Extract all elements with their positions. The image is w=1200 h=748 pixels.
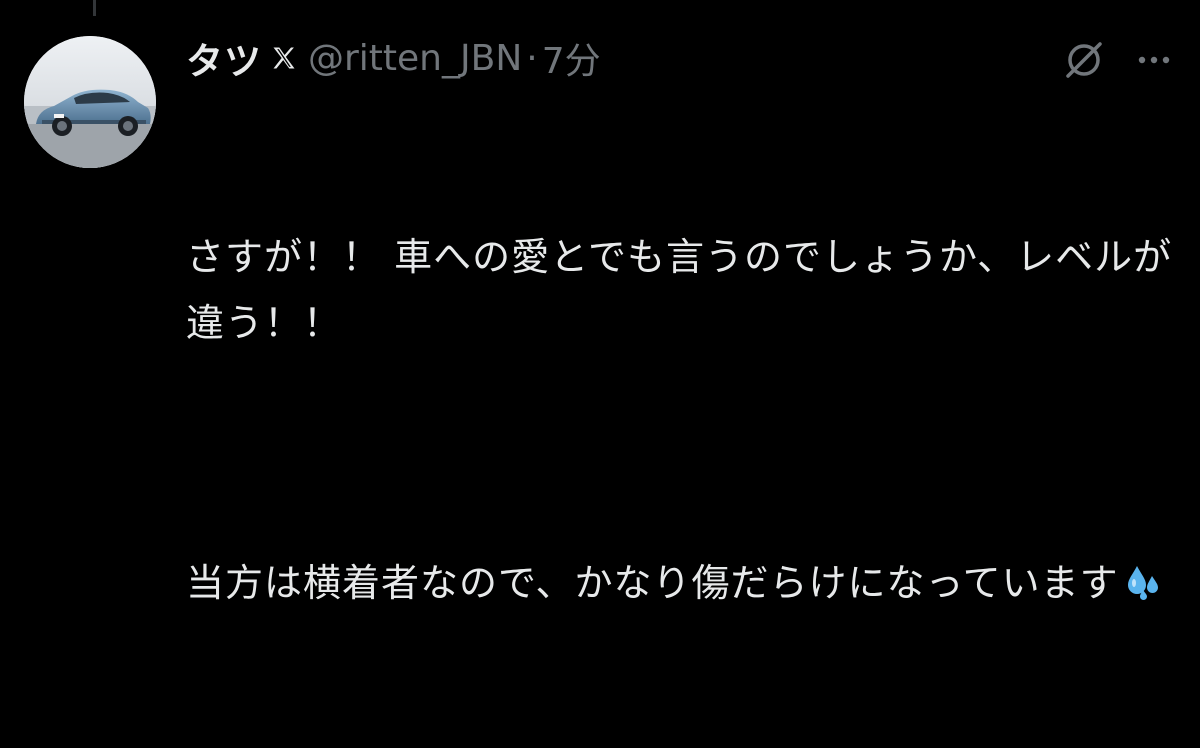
- grok-icon[interactable]: [1062, 38, 1106, 82]
- tweet-paragraph-2-text: 当方は横着者なので、かなり傷だらけになっています: [186, 561, 1119, 605]
- tweet-text: さすが！！ 車への愛とでも言うのでしょうか、レベルが違う！！ 当方は横着者なので…: [186, 92, 1176, 748]
- tweet-timestamp[interactable]: 7分: [542, 32, 601, 84]
- thread-connector-line: [93, 0, 96, 16]
- separator-dot: ·: [526, 37, 538, 79]
- author-display-name[interactable]: タツ: [186, 31, 262, 85]
- tweet-actions-top: [1062, 38, 1176, 82]
- tweet[interactable]: タツ @ritten_JBN · 7分 さすが！！ 車への愛とでも言うのでしょう…: [186, 30, 1176, 748]
- x-logo-icon: [270, 44, 298, 72]
- tweet-header: タツ @ritten_JBN · 7分: [186, 30, 1176, 86]
- tweet-paragraph-1: さすが！！ 車への愛とでも言うのでしょうか、レベルが違う！！: [186, 235, 1173, 345]
- sweat-droplets-emoji: [1123, 556, 1163, 600]
- more-options-icon[interactable]: [1132, 38, 1176, 82]
- car-avatar-photo: [24, 36, 156, 168]
- author-handle[interactable]: @ritten_JBN: [308, 38, 522, 79]
- avatar[interactable]: [24, 36, 156, 168]
- tweet-paragraph-2: 当方は横着者なので、かなり傷だらけになっています: [186, 550, 1176, 616]
